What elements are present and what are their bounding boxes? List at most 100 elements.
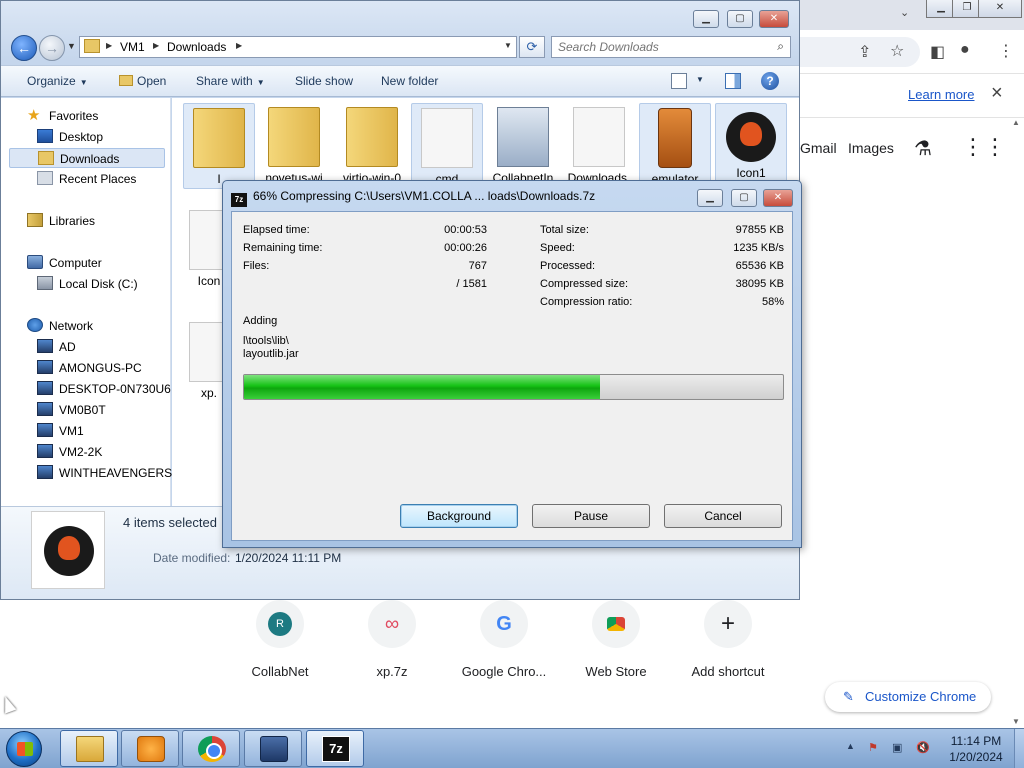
nav-network-wintheavengers[interactable]: WINTHEAVENGERS [37,463,172,483]
shortcut-xp7z[interactable]: ∞ xp.7z [344,600,440,679]
chrome-scrollbar[interactable]: ▲ ▼ [1010,118,1024,728]
tab-search-icon[interactable]: ⌄ [900,6,909,19]
command-bar: Organize ▼ Open Share with ▼ Slide show Ne… [1,65,799,97]
forward-button[interactable]: → [39,35,65,61]
menu-icon[interactable]: ⋮ [998,41,1014,61]
action-center-flag-icon[interactable]: ⚑ [868,741,882,755]
back-button[interactable]: ← [11,35,37,61]
file-item-cmd[interactable]: cmd [411,103,483,189]
search-input[interactable] [552,37,762,57]
recent-pages-chevron-icon[interactable]: ▼ [67,41,76,51]
taskbar-visual-studio[interactable] [244,730,302,767]
nav-network-vm1[interactable]: VM1 [37,421,84,441]
preview-pane-icon[interactable] [725,73,741,89]
media-player-icon [137,736,165,762]
file-item-i[interactable]: I [183,103,255,189]
shortcut-collabnet[interactable]: R CollabNet [232,600,328,679]
nav-libraries[interactable]: Libraries [27,211,95,231]
compression-ratio-label: Compression ratio: [540,296,633,308]
breadcrumb-vm1[interactable]: VM1 [120,40,145,54]
dialog-minimize-button[interactable]: ▁ [697,189,723,207]
side-panel-icon[interactable]: ◧ [930,42,945,62]
nav-network-vm0b0t[interactable]: VM0B0T [37,400,106,420]
dialog-close-button[interactable]: ✕ [763,189,793,207]
breadcrumb-downloads[interactable]: Downloads [167,40,226,54]
open-button[interactable]: Open [119,74,166,88]
network-computer-icon [37,339,53,353]
nav-recent-places[interactable]: Recent Places [37,169,136,189]
nav-desktop[interactable]: Desktop [37,127,103,147]
taskbar-explorer[interactable] [60,730,118,767]
address-dropdown-icon[interactable]: ▼ [504,41,512,50]
elapsed-time-label: Elapsed time: [243,224,310,236]
clock-date[interactable]: 1/20/2024 [946,750,1006,764]
nav-network[interactable]: Network [27,316,93,336]
omnibox[interactable]: ⇪ ☆ [800,37,920,67]
explorer-maximize-button[interactable]: ▢ [727,10,753,28]
shortcut-google-chrome[interactable]: G Google Chro... [456,600,552,679]
nav-downloads[interactable]: Downloads [9,148,165,168]
show-desktop-button[interactable] [1014,729,1024,768]
volume-muted-icon[interactable]: 🔇 [916,741,930,755]
file-item-emulator[interactable]: emulator [639,103,711,189]
dialog-maximize-button[interactable]: ▢ [731,189,757,207]
file-item-icon1[interactable]: Icon1 [715,103,787,189]
scroll-up-icon[interactable]: ▲ [1012,118,1020,127]
share-icon[interactable]: ⇪ [858,42,871,62]
organize-menu[interactable]: Organize ▼ [27,74,88,88]
nav-local-disk[interactable]: Local Disk (C:) [37,274,138,294]
taskbar-7zip[interactable]: 7z [306,730,364,767]
file-item-collabnet[interactable]: CollabnetIn [487,103,559,189]
remaining-time-value: 00:00:26 [444,242,487,254]
customize-chrome-button[interactable]: ✎ Customize Chrome [825,682,991,712]
show-hidden-icons-icon[interactable]: ▲ [846,741,860,755]
nav-computer[interactable]: Computer [27,253,102,273]
share-with-menu[interactable]: Share with ▼ [196,74,265,88]
nav-favorites[interactable]: ★ Favorites [27,106,98,126]
shortcut-web-store[interactable]: Web Store [568,600,664,679]
nav-network-desktop-0n730u6[interactable]: DESKTOP-0N730U6 [37,379,171,399]
pencil-icon: ✎ [843,689,854,704]
labs-flask-icon[interactable]: ⚗ [914,136,932,161]
view-dropdown-icon[interactable]: ▼ [696,75,704,84]
background-button[interactable]: Background [400,504,518,528]
profile-icon[interactable]: ● [960,41,970,59]
nav-network-ad[interactable]: AD [37,337,76,357]
explorer-close-button[interactable]: ✕ [759,10,789,28]
plus-icon: + [704,600,752,648]
nav-network-vm2-2k[interactable]: VM2-2K [37,442,102,462]
infobar-close-icon[interactable]: × [991,82,1003,105]
pause-button[interactable]: Pause [532,504,650,528]
search-box[interactable]: ⌕ [551,36,791,58]
document-icon [573,107,625,167]
start-button[interactable] [6,731,42,767]
scroll-down-icon[interactable]: ▼ [1012,717,1020,726]
shortcut-add[interactable]: + Add shortcut [680,600,776,679]
learn-more-link[interactable]: Learn more [908,87,974,102]
file-item-novetus[interactable]: novetus-wi [258,103,330,189]
file-item-virtio-win[interactable]: virtio-win-0 [336,103,408,189]
taskbar-media-player[interactable] [121,730,179,767]
search-icon[interactable]: ⌕ [777,39,784,54]
chrome-close-button[interactable]: ✕ [978,0,1022,18]
gmail-link[interactable]: Gmail [800,140,837,156]
nav-network-amongus-pc[interactable]: AMONGUS-PC [37,358,142,378]
taskbar-chrome[interactable] [182,730,240,767]
cancel-button[interactable]: Cancel [664,504,782,528]
apps-grid-icon[interactable]: ⋮⋮ [962,134,1006,160]
explorer-minimize-button[interactable]: ▁ [693,10,719,28]
bookmark-star-icon[interactable]: ☆ [890,41,904,61]
address-bar[interactable]: ▶ VM1 ▶ Downloads ▶ ▼ [79,36,517,58]
network-status-icon[interactable]: ▣ [892,741,906,755]
help-icon[interactable]: ? [761,72,779,90]
new-folder-button[interactable]: New folder [381,74,438,88]
refresh-button[interactable]: ⟳ [519,36,545,58]
clock-time[interactable]: 11:14 PM [946,734,1006,748]
images-link[interactable]: Images [848,140,894,156]
change-view-icon[interactable] [671,73,687,89]
file-item-downloads-7z[interactable]: Downloads. [563,103,635,189]
chevron-right-icon[interactable]: ▶ [106,41,112,50]
slide-show-button[interactable]: Slide show [295,74,353,88]
chevron-right-icon[interactable]: ▶ [153,41,159,50]
chevron-right-icon[interactable]: ▶ [236,41,242,50]
